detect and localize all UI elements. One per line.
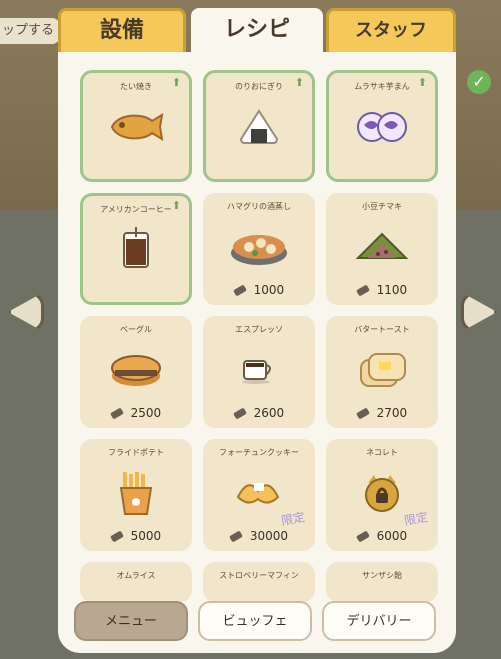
price-value: 1100	[376, 283, 408, 297]
price-label: 2700	[326, 406, 438, 420]
recipe-name: サンザシ飴	[362, 571, 402, 580]
onigiri-icon	[239, 109, 279, 144]
recipe-name: ハマグリの酒蒸し	[227, 202, 291, 211]
american-coffee-icon	[123, 227, 149, 268]
buffet-button[interactable]: ビュッフェ	[198, 601, 312, 641]
price-label: 2500	[80, 406, 192, 420]
recipe-card[interactable]: 小豆チマキ 1100	[326, 193, 438, 305]
check-icon[interactable]: ✓	[467, 70, 491, 94]
taiyaki-icon	[110, 113, 164, 141]
price-tag-icon	[355, 284, 370, 297]
recipe-card[interactable]: ネコレト 限定 6000	[326, 439, 438, 551]
price-value: 2700	[376, 406, 408, 420]
recipe-card[interactable]: ムラサキ芋まん ⬆	[326, 70, 438, 182]
delivery-button[interactable]: デリバリー	[322, 601, 436, 641]
recipe-card[interactable]: エスプレッソ 2600	[203, 316, 315, 428]
upgrade-arrow-icon: ⬆	[171, 199, 181, 212]
recipe-card[interactable]: ベーグル 2500	[80, 316, 192, 428]
recipe-card[interactable]: ハマグリの酒蒸し 1000	[203, 193, 315, 305]
price-label: 5000	[80, 529, 192, 543]
recipe-name: フライドポテト	[108, 448, 164, 457]
limited-label: 限定	[403, 510, 430, 528]
shop-panel: 設備 レシピ スタッフ たい焼き ⬆ のりおにぎり ⬆ ムラサキ芋まん ⬆ アメ…	[58, 8, 456, 653]
limited-label: 限定	[280, 510, 307, 528]
price-label: 30000	[203, 529, 315, 543]
price-label: 6000	[326, 529, 438, 543]
price-label: 2600	[203, 406, 315, 420]
butter-toast-icon	[360, 353, 406, 387]
price-label: 1100	[326, 283, 438, 297]
price-value: 6000	[376, 529, 408, 543]
price-value: 1000	[253, 283, 285, 297]
price-value: 30000	[249, 529, 288, 543]
recipe-list: たい焼き ⬆ のりおにぎり ⬆ ムラサキ芋まん ⬆ アメリカンコーヒー ⬆ ハマ…	[58, 52, 456, 653]
recipe-name: オムライス	[116, 571, 156, 580]
recipe-name: ベーグル	[120, 325, 152, 334]
cat-chocolate-icon	[365, 475, 399, 512]
french-fries-icon	[119, 472, 153, 515]
price-value: 2500	[130, 406, 162, 420]
tab-recipes[interactable]: レシピ	[191, 8, 323, 58]
recipe-card[interactable]: オムライス	[80, 562, 192, 602]
price-tag-icon	[109, 407, 124, 420]
price-tag-icon	[355, 407, 370, 420]
bagel-icon	[111, 355, 161, 386]
background-tag: ップする	[0, 18, 60, 44]
upgrade-arrow-icon: ⬆	[171, 76, 181, 89]
recipe-name: バタートースト	[354, 325, 410, 334]
bottom-button-bar: メニュー ビュッフェ デリバリー	[74, 601, 440, 641]
price-value: 5000	[130, 529, 162, 543]
recipe-name: エスプレッソ	[235, 325, 283, 334]
recipe-card[interactable]: たい焼き ⬆	[80, 70, 192, 182]
recipe-card[interactable]: アメリカンコーヒー ⬆	[80, 193, 192, 305]
clams-icon	[231, 235, 287, 265]
price-value: 2600	[253, 406, 285, 420]
recipe-name: ストロベリーマフィン	[219, 571, 299, 580]
price-label: 1000	[203, 283, 315, 297]
upgrade-arrow-icon: ⬆	[417, 76, 427, 89]
upgrade-arrow-icon: ⬆	[294, 76, 304, 89]
menu-button[interactable]: メニュー	[74, 601, 188, 641]
recipe-name: 小豆チマキ	[362, 202, 402, 211]
tab-staff[interactable]: スタッフ	[326, 8, 456, 58]
price-tag-icon	[232, 407, 247, 420]
recipe-card[interactable]: のりおにぎり ⬆	[203, 70, 315, 182]
fortune-cookie-icon	[236, 483, 280, 504]
price-tag-icon	[232, 284, 247, 297]
recipe-card[interactable]: フライドポテト 5000	[80, 439, 192, 551]
bean-chimaki-icon	[355, 232, 409, 259]
tab-bar: 設備 レシピ スタッフ	[58, 8, 456, 58]
recipe-card[interactable]: ストロベリーマフィン	[203, 562, 315, 602]
recipe-card[interactable]: サンザシ飴	[326, 562, 438, 602]
recipe-name: フォーチュンクッキー	[219, 448, 299, 457]
price-tag-icon	[229, 530, 243, 543]
price-tag-icon	[109, 530, 124, 543]
recipe-card[interactable]: フォーチュンクッキー 限定 30000	[203, 439, 315, 551]
recipe-card[interactable]: バタートースト 2700	[326, 316, 438, 428]
recipe-name: ネコレト	[366, 448, 398, 457]
price-tag-icon	[355, 530, 370, 543]
tab-equipment[interactable]: 設備	[58, 8, 186, 58]
espresso-icon	[242, 360, 271, 384]
purple-bun-icon	[357, 112, 407, 142]
